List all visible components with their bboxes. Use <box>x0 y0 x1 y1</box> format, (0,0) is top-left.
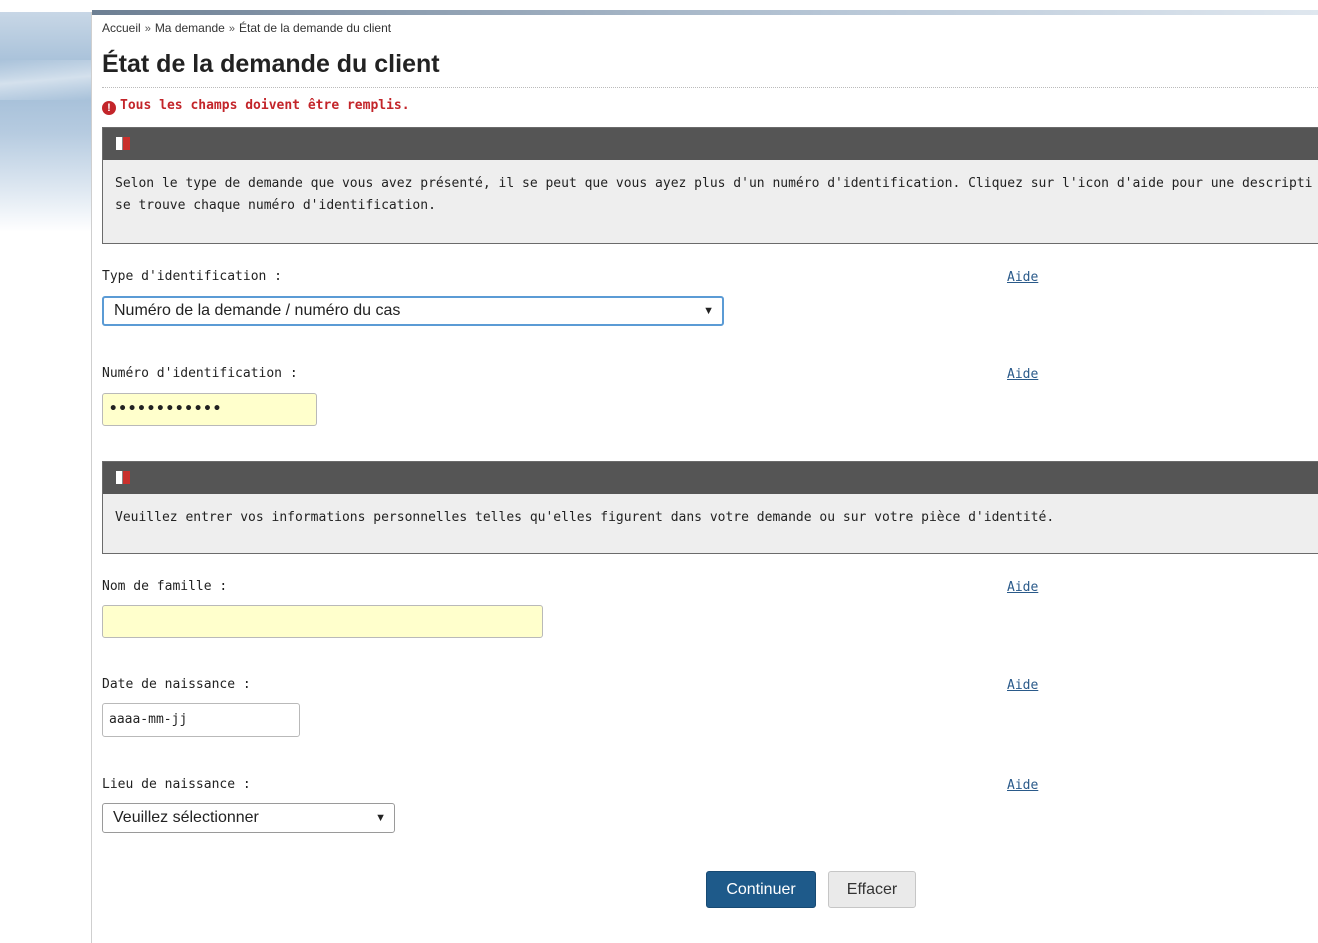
info-box-body: Veuillez entrer vos informations personn… <box>103 494 1318 529</box>
breadcrumb-separator: » <box>228 23 235 35</box>
birth-date-help-link[interactable]: Aide <box>1007 678 1038 693</box>
num-id-label: Numéro d'identification : <box>102 366 298 381</box>
breadcrumb-current: État de la demande du client <box>238 21 392 35</box>
continue-button[interactable]: Continuer <box>706 871 816 908</box>
breadcrumb-home-link[interactable]: Accueil <box>102 21 141 35</box>
type-id-select-value: Numéro de la demande / numéro du cas <box>114 302 401 319</box>
breadcrumb-separator: » <box>144 23 151 35</box>
type-id-select[interactable]: Numéro de la demande / numéro du cas ▼ <box>102 296 724 326</box>
left-decoration-swoosh <box>0 60 91 100</box>
last-name-help-link[interactable]: Aide <box>1007 580 1038 595</box>
book-icon <box>116 471 130 484</box>
book-icon <box>116 137 130 150</box>
birth-place-select[interactable]: Veuillez sélectionner ▼ <box>102 803 395 833</box>
type-id-help-link[interactable]: Aide <box>1007 270 1038 285</box>
content-left-border <box>91 12 92 943</box>
info-text: Veuillez entrer vos informations personn… <box>115 510 1055 525</box>
birth-place-help-link[interactable]: Aide <box>1007 778 1038 793</box>
info-box-header <box>103 462 1318 494</box>
error-icon: ! <box>102 101 116 115</box>
birth-place-select-value: Veuillez sélectionner <box>113 809 259 826</box>
info-box-header <box>103 128 1318 160</box>
dropdown-arrow-icon: ▼ <box>703 305 714 317</box>
info-box-personal: Veuillez entrer vos informations personn… <box>102 461 1318 554</box>
page-title: État de la demande du client <box>102 50 440 78</box>
title-divider <box>102 87 1318 88</box>
birth-date-label: Date de naissance : <box>102 677 251 692</box>
breadcrumb: Accueil» Ma demande» État de la demande du… <box>102 21 391 35</box>
birth-date-placeholder: aaaa-mm-jj <box>109 712 188 727</box>
header-rule <box>92 10 1318 15</box>
info-box-identification: Selon le type de demande que vous avez p… <box>102 127 1318 244</box>
info-text-line-2: se trouve chaque numéro d'identification… <box>115 198 436 213</box>
last-name-input[interactable] <box>102 605 543 638</box>
info-box-body: Selon le type de demande que vous avez p… <box>103 160 1318 217</box>
birth-date-input[interactable]: aaaa-mm-jj <box>102 703 300 737</box>
error-text: Tous les champs doivent être remplis. <box>120 98 410 113</box>
left-decoration-band <box>0 12 91 232</box>
num-id-password-input[interactable]: •••••••••••• <box>102 393 317 426</box>
breadcrumb-my-request-link[interactable]: Ma demande <box>155 21 225 35</box>
clear-button[interactable]: Effacer <box>828 871 916 908</box>
info-text-line-1: Selon le type de demande que vous avez p… <box>115 176 1313 191</box>
type-id-label: Type d'identification : <box>102 269 283 284</box>
error-message: ! Tous les champs doivent être remplis. <box>102 98 410 115</box>
birth-place-label: Lieu de naissance : <box>102 777 251 792</box>
last-name-label: Nom de famille : <box>102 579 228 594</box>
left-decoration <box>0 0 91 943</box>
dropdown-arrow-icon: ▼ <box>375 812 386 824</box>
num-id-help-link[interactable]: Aide <box>1007 367 1038 382</box>
